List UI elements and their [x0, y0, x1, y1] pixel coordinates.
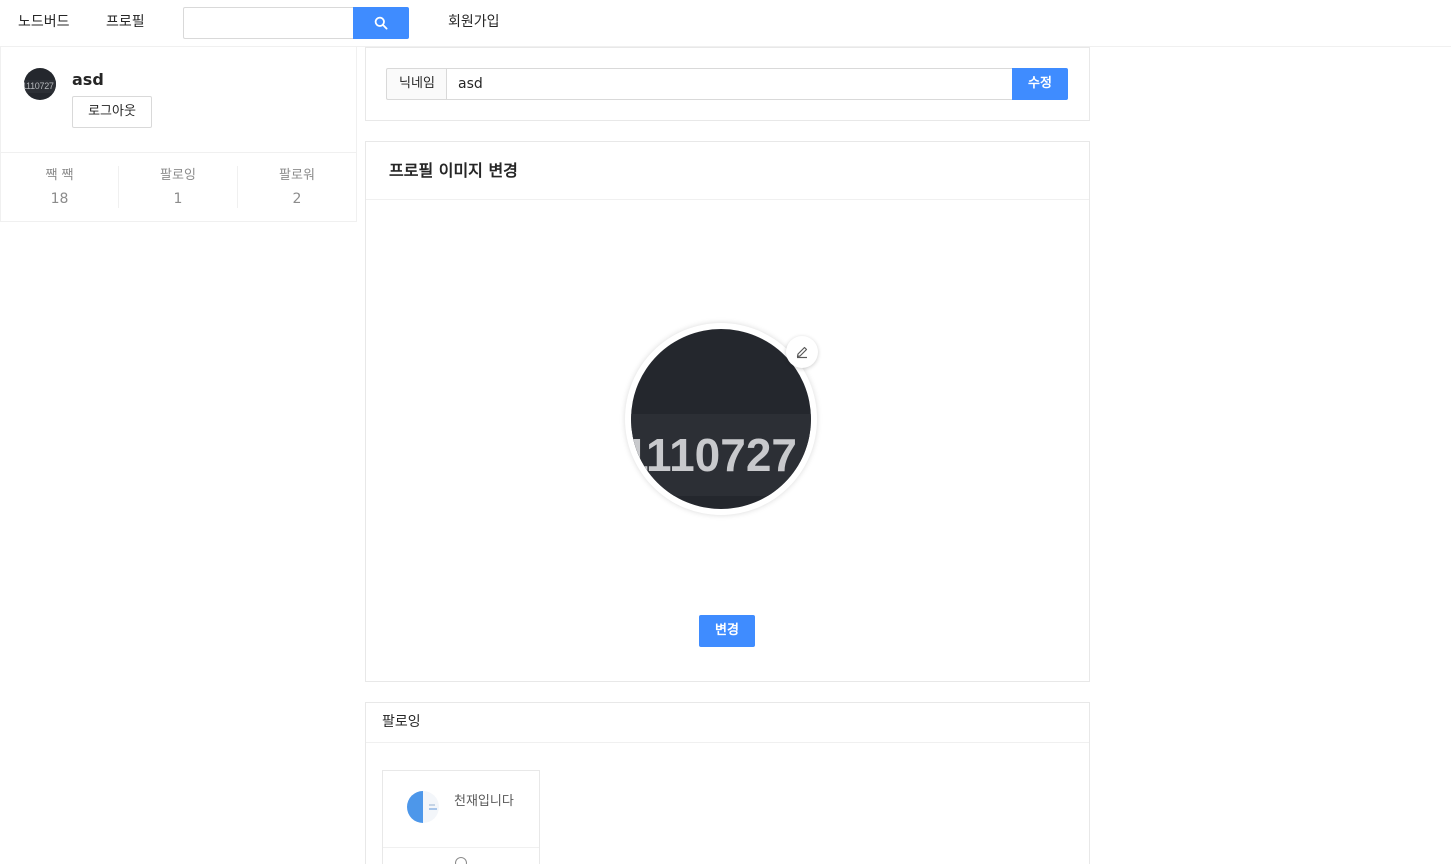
- nickname-submit-button[interactable]: 수정: [1012, 68, 1068, 100]
- profile-image-text: 1110727: [631, 429, 798, 481]
- nickname-input[interactable]: [446, 68, 1013, 100]
- nav-profile-link[interactable]: 프로필: [106, 12, 145, 32]
- search-button[interactable]: [353, 7, 409, 39]
- following-item[interactable]: 천재입니다: [382, 770, 540, 864]
- profile-image-title: 프로필 이미지 변경: [389, 161, 518, 180]
- profile-image-card: 프로필 이미지 변경 1110727 변경: [365, 141, 1090, 682]
- nav-home-link[interactable]: 노드버드: [18, 12, 70, 32]
- following-name: 천재입니다: [454, 794, 514, 809]
- avatar-shape: [429, 808, 437, 810]
- user-stats: 짹 짹 18 팔로잉 1 팔로워 2: [1, 152, 357, 222]
- stat-value: 1: [173, 191, 183, 207]
- search-input[interactable]: [183, 7, 354, 39]
- top-navigation-bar: 노드버드 프로필 회원가입: [0, 0, 1451, 47]
- edit-image-button[interactable]: [786, 336, 818, 368]
- nickname-label: 닉네임: [386, 68, 447, 100]
- change-image-button[interactable]: 변경: [699, 615, 755, 647]
- following-title: 팔로잉: [382, 714, 421, 730]
- profile-image-card-header: 프로필 이미지 변경: [366, 142, 1089, 200]
- avatar-image-text: 1110727: [24, 80, 56, 93]
- nav-signup-link[interactable]: 회원가입: [448, 12, 500, 32]
- stat-label: 짹 짹: [45, 168, 74, 183]
- user-name: asd: [72, 70, 104, 89]
- search-box: [183, 7, 409, 39]
- following-list-card: 팔로잉 천재입니다: [365, 702, 1090, 864]
- stat-following[interactable]: 팔로잉 1: [119, 153, 237, 223]
- stat-label: 팔로잉: [160, 168, 196, 183]
- avatar-shape: [429, 804, 435, 806]
- stat-value: 2: [292, 191, 302, 207]
- following-avatar: [407, 791, 439, 823]
- following-item-divider: [383, 847, 539, 848]
- logout-button[interactable]: 로그아웃: [72, 96, 152, 128]
- search-icon: [374, 16, 388, 30]
- nickname-edit-form: 닉네임 수정: [365, 47, 1090, 121]
- stat-value: 18: [50, 191, 69, 207]
- avatar-shape: [407, 791, 423, 823]
- stat-followers[interactable]: 팔로워 2: [238, 153, 356, 223]
- stat-posts[interactable]: 짹 짹 18: [1, 153, 118, 223]
- avatar: 1110727: [24, 68, 56, 100]
- following-card-header: 팔로잉: [366, 703, 1089, 743]
- user-profile-card: 1110727 asd 로그아웃 짹 짹 18 팔로잉 1 팔로워 2: [0, 47, 357, 222]
- unfollow-icon[interactable]: [455, 857, 467, 864]
- profile-image-preview[interactable]: 1110727: [631, 329, 811, 509]
- pencil-icon: [796, 346, 808, 359]
- stat-label: 팔로워: [279, 168, 315, 183]
